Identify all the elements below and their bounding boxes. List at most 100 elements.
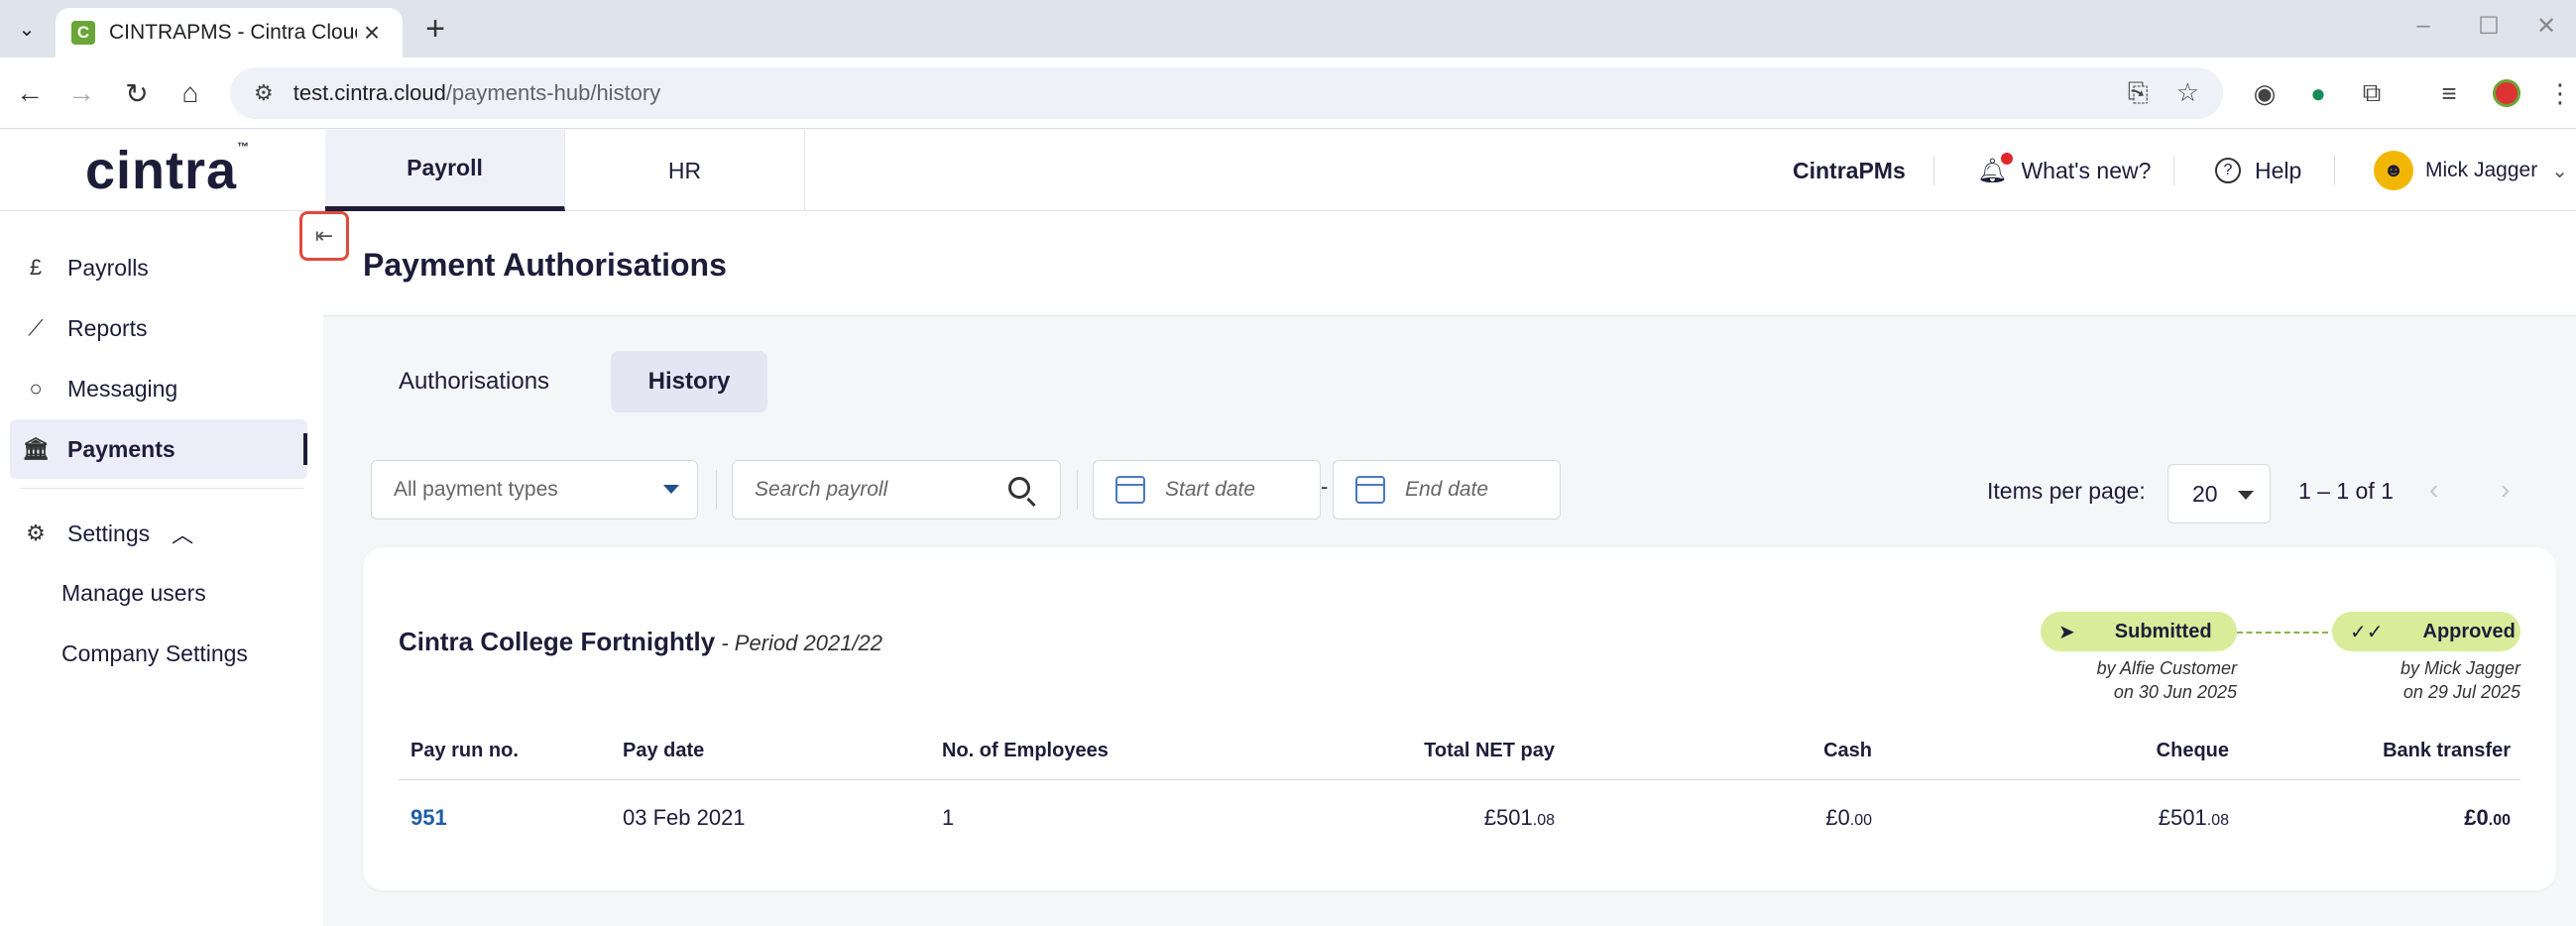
tab-history[interactable]: History	[611, 351, 767, 412]
sidebar-item-reports[interactable]: ⟋ Reports	[10, 298, 307, 358]
browser-menu-icon[interactable]: ⋮	[2542, 75, 2576, 111]
pay-run-link[interactable]: 951	[410, 805, 447, 831]
home-icon[interactable]: ⌂	[171, 73, 210, 113]
reload-icon[interactable]: ↻	[117, 73, 157, 113]
payroll-period: - Period 2021/22	[715, 631, 883, 655]
send-icon: ➤	[2058, 621, 2075, 643]
previous-page-icon[interactable]: ‹	[2429, 474, 2438, 506]
collapse-sidebar-icon[interactable]: ⇤	[299, 211, 349, 261]
end-date-field[interactable]: End date	[1333, 460, 1561, 520]
table-header-divider	[399, 779, 2520, 780]
url-text: test.cintra.cloud/payments-hub/history	[293, 80, 661, 105]
next-page-icon[interactable]: ›	[2501, 474, 2510, 506]
status-badge-approved: ✓✓ Approved	[2332, 612, 2520, 651]
site-info-icon[interactable]: ⚙	[254, 80, 274, 106]
user-name: Mick Jagger	[2425, 159, 2538, 181]
search-placeholder: Search payroll	[755, 478, 888, 501]
items-per-page-value: 20	[2192, 480, 2218, 507]
back-arrow-icon[interactable]: ←	[10, 73, 50, 113]
cash-cell: £0.00	[1825, 805, 1872, 830]
employees-cell: 1	[942, 805, 955, 830]
column-header-bank-transfer[interactable]: Bank transfer	[2277, 740, 2511, 762]
end-date-placeholder: End date	[1405, 478, 1489, 501]
submitted-by: by Alfie Customer on 30 Jun 2025	[2096, 658, 2237, 702]
pound-coin-icon: £	[29, 255, 43, 280]
payment-type-select[interactable]: All payment types	[371, 460, 698, 520]
window-close-icon[interactable]: ✕	[2526, 12, 2566, 41]
tab-hr[interactable]: HR	[565, 130, 805, 211]
pay-date-cell: 03 Feb 2021	[623, 805, 746, 830]
gear-icon: ⚙	[26, 521, 46, 545]
column-header-total-net-pay[interactable]: Total NET pay	[1354, 740, 1555, 762]
whats-new-label: What's new?	[2021, 157, 2152, 183]
sidebar-item-settings[interactable]: ⚙ Settings ︿	[10, 504, 307, 563]
card-title: Cintra College Fortnightly - Period 2021…	[399, 627, 882, 657]
column-header-cheque[interactable]: Cheque	[1989, 740, 2229, 762]
bank-icon: 🏛︎	[22, 436, 50, 461]
favicon-icon: C	[71, 21, 95, 45]
status-connector	[2237, 632, 2328, 634]
cintra-logo[interactable]: cintra™	[85, 140, 250, 201]
browser-tab[interactable]: C CINTRAPMS - Cintra Cloud ×	[56, 8, 403, 58]
status-label: Submitted	[2114, 620, 2212, 642]
double-check-icon: ✓✓	[2350, 621, 2384, 643]
payroll-history-card: Cintra College Fortnightly - Period 2021…	[363, 547, 2556, 890]
forward-arrow-icon[interactable]: →	[61, 73, 101, 113]
caret-down-icon	[663, 485, 679, 494]
new-tab-plus-icon[interactable]: +	[416, 10, 454, 48]
sidebar: £ Payrolls ⟋ Reports ○ Messaging 🏛︎ Paym…	[0, 211, 323, 926]
page-header: Payment Authorisations	[323, 211, 2576, 316]
page-title: Payment Authorisations	[363, 247, 727, 283]
sidebar-item-payrolls[interactable]: £ Payrolls	[10, 238, 307, 297]
sidebar-item-label: Settings	[67, 520, 151, 546]
search-icon[interactable]	[1008, 477, 1030, 499]
maximize-icon[interactable]: ☐	[2469, 12, 2509, 41]
chart-line-icon: ⟋	[28, 315, 44, 340]
bookmark-star-icon[interactable]: ☆	[2176, 77, 2199, 109]
tab-authorisations[interactable]: Authorisations	[369, 351, 579, 412]
product-name: CintraPMs	[1793, 157, 1906, 183]
help-question-icon: ?	[2215, 158, 2241, 183]
start-date-field[interactable]: Start date	[1093, 460, 1321, 520]
extensions-puzzle-icon[interactable]: ⧉	[2354, 75, 2390, 111]
chat-bubble-icon: ○	[29, 376, 43, 401]
minimize-icon[interactable]: –	[2403, 12, 2443, 40]
sidebar-item-label: Messaging	[67, 375, 178, 402]
address-bar[interactable]: ⚙ test.cintra.cloud/payments-hub/history…	[230, 67, 2223, 119]
status-label: Approved	[2422, 620, 2516, 642]
close-tab-icon[interactable]: ×	[357, 17, 387, 49]
sidebar-item-label: Payrolls	[67, 254, 149, 281]
items-per-page-label: Items per page:	[1987, 478, 2146, 504]
payment-type-value: All payment types	[394, 478, 558, 501]
total-net-pay-cell: £501.08	[1483, 805, 1555, 830]
tab-payroll[interactable]: Payroll	[325, 130, 565, 211]
column-header-pay-run[interactable]: Pay run no.	[410, 740, 519, 762]
help-button[interactable]: ? Help	[2215, 130, 2301, 211]
items-per-page-select[interactable]: 20	[2167, 464, 2271, 523]
extension-grammarly-icon[interactable]: ●	[2300, 75, 2336, 111]
profile-icon[interactable]	[2489, 75, 2524, 111]
sidebar-subitem-manage-users[interactable]: Manage users	[61, 580, 206, 607]
extension-password-icon[interactable]: ◉	[2247, 75, 2283, 111]
sidebar-item-messaging[interactable]: ○ Messaging	[10, 359, 307, 418]
calendar-icon[interactable]	[1115, 476, 1145, 504]
tab-search-chevron-icon[interactable]: ⌄	[10, 12, 44, 46]
install-app-icon[interactable]: ⎘	[2128, 77, 2149, 109]
column-header-pay-date[interactable]: Pay date	[623, 740, 704, 762]
notification-dot	[2001, 152, 2014, 165]
sidebar-subitem-company-settings[interactable]: Company Settings	[61, 640, 248, 667]
sidebar-item-payments[interactable]: 🏛︎ Payments	[10, 419, 307, 479]
whats-new-button[interactable]: 🔔︎ What's new?	[1977, 130, 2151, 211]
approved-by: by Mick Jagger on 29 Jul 2025	[2400, 658, 2520, 702]
user-menu[interactable]: ☻ Mick Jagger ⌄	[2374, 130, 2568, 211]
sidebar-item-label: Payments	[67, 435, 176, 462]
column-header-cash[interactable]: Cash	[1652, 740, 1872, 762]
pagination-range: 1 – 1 of 1	[2298, 478, 2394, 504]
calendar-icon[interactable]	[1355, 476, 1385, 504]
sidebar-divider	[20, 488, 303, 489]
search-input[interactable]: Search payroll	[732, 460, 1061, 520]
browser-toolbar: ← → ↻ ⌂ ⚙ test.cintra.cloud/payments-hub…	[0, 58, 2576, 129]
column-header-employees[interactable]: No. of Employees	[942, 740, 1109, 762]
media-control-icon[interactable]: ≡	[2431, 75, 2467, 111]
bank-transfer-cell: £0.00	[2464, 805, 2511, 830]
